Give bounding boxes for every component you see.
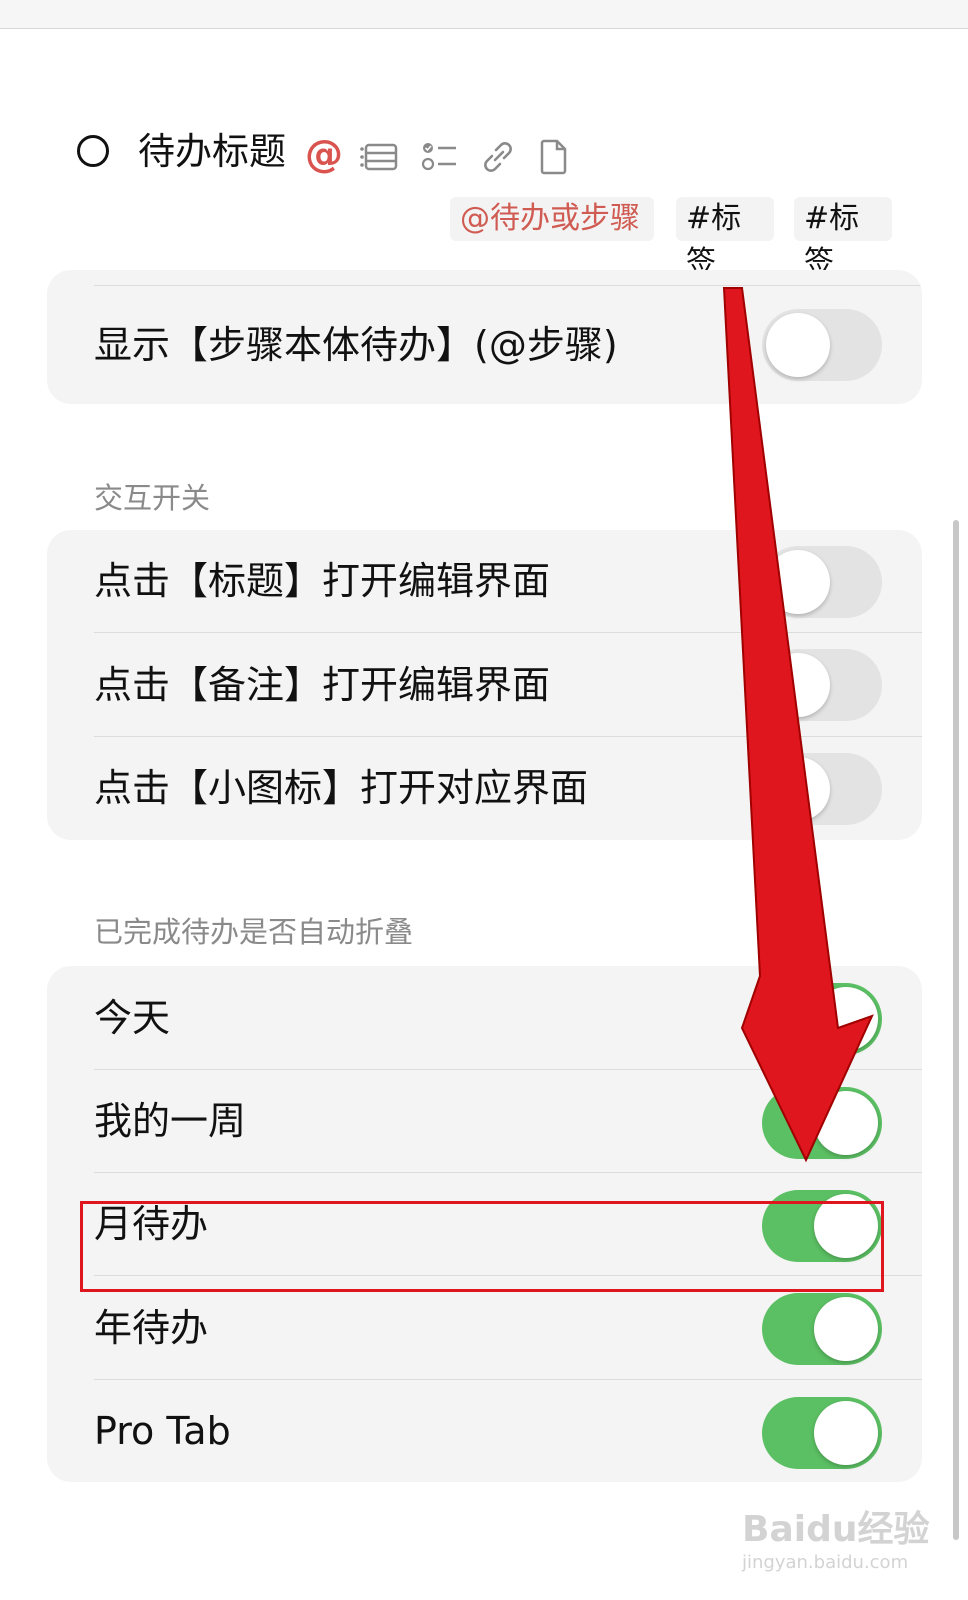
toggle-switch[interactable] — [762, 1397, 882, 1469]
setting-row[interactable]: 年待办 — [47, 1276, 922, 1380]
top-bar — [0, 0, 968, 29]
watermark: Baidu经验 jingyan.baidu.com — [742, 1500, 942, 1573]
watermark-line1: Baidu经验 — [742, 1509, 930, 1550]
toggle-knob — [766, 550, 830, 614]
list-icon[interactable] — [360, 137, 400, 177]
checklist-icon[interactable] — [420, 137, 460, 177]
watermark-line2: jingyan.baidu.com — [742, 1552, 909, 1573]
toggle-knob — [814, 1091, 878, 1155]
setting-row[interactable]: 月待办 — [47, 1173, 922, 1276]
setting-row[interactable]: 点击【备注】打开编辑界面 — [47, 633, 922, 737]
setting-row[interactable]: 点击【小图标】打开对应界面 — [47, 737, 922, 840]
setting-label: 我的一周 — [94, 1099, 247, 1143]
todo-checkbox-circle[interactable] — [77, 135, 109, 167]
toggle-switch[interactable] — [762, 1293, 882, 1365]
document-icon[interactable] — [534, 137, 574, 177]
toggle-switch[interactable] — [762, 1190, 882, 1262]
section-header-fold: 已完成待办是否自动折叠 — [94, 915, 414, 949]
todo-preview: 待办标题 @ @待办或步骤 #标签 #标签 — [0, 29, 968, 285]
setting-row[interactable]: Pro Tab — [47, 1380, 922, 1482]
toggle-knob — [766, 757, 830, 821]
hashtag-tag[interactable]: #标签 — [794, 197, 892, 280]
settings-scroll-area[interactable]: 显示【步骤本体待办】(@步骤) 交互开关 点击【标题】打开编辑界面 点击【备注】… — [0, 270, 968, 1600]
toggle-switch[interactable] — [762, 309, 882, 381]
toggle-knob — [766, 313, 830, 377]
setting-label: 点击【标题】打开编辑界面 — [94, 559, 551, 603]
mention-tag[interactable]: @待办或步骤 — [450, 197, 654, 241]
settings-card-interaction: 点击【标题】打开编辑界面 点击【备注】打开编辑界面 点击【小图标】打开对应界面 — [47, 530, 922, 840]
toggle-switch[interactable] — [762, 983, 882, 1055]
setting-label: Pro Tab — [94, 1409, 231, 1453]
toggle-switch[interactable] — [762, 1087, 882, 1159]
toggle-knob — [766, 653, 830, 717]
settings-card-display: 显示【步骤本体待办】(@步骤) — [47, 270, 922, 404]
toggle-switch[interactable] — [762, 753, 882, 825]
toggle-knob — [814, 1297, 878, 1361]
setting-row[interactable]: 显示【步骤本体待办】(@步骤) — [47, 286, 922, 404]
setting-label: 点击【小图标】打开对应界面 — [94, 766, 589, 810]
setting-label: 今天 — [94, 996, 171, 1040]
scrollbar[interactable] — [953, 520, 959, 1540]
hashtag-tag[interactable]: #标签 — [676, 197, 774, 280]
setting-row[interactable]: 点击【标题】打开编辑界面 — [47, 530, 922, 633]
setting-label: 月待办 — [94, 1202, 209, 1246]
toggle-knob — [814, 1194, 878, 1258]
setting-row[interactable]: 我的一周 — [47, 1070, 922, 1173]
settings-card-fold: 今天 我的一周 月待办 年待办 Pro Tab — [47, 966, 922, 1482]
at-icon[interactable]: @ — [305, 131, 345, 176]
section-header-interaction: 交互开关 — [94, 481, 211, 515]
setting-label: 点击【备注】打开编辑界面 — [94, 663, 551, 707]
toggle-knob — [814, 987, 878, 1051]
toggle-switch[interactable] — [762, 649, 882, 721]
setting-label: 显示【步骤本体待办】(@步骤) — [94, 323, 618, 367]
setting-label: 年待办 — [94, 1306, 209, 1350]
link-icon[interactable] — [478, 137, 518, 177]
toggle-switch[interactable] — [762, 546, 882, 618]
todo-title[interactable]: 待办标题 — [138, 129, 286, 175]
toggle-knob — [814, 1401, 878, 1465]
setting-row[interactable]: 今天 — [47, 966, 922, 1070]
